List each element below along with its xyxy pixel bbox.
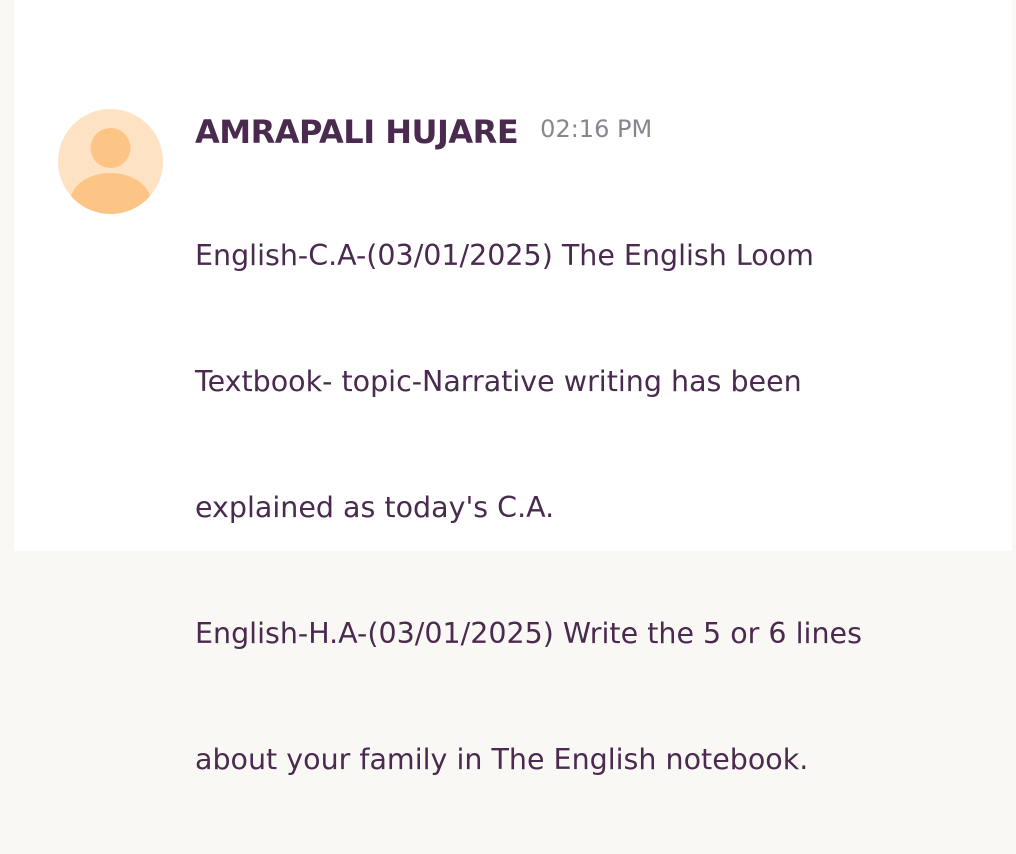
message-line: English-C.A-(03/01/2025) The English Loo…: [195, 239, 814, 272]
message-line: English-H.A-(03/01/2025) Write the 5 or …: [195, 617, 862, 650]
message-card: AMRAPALI HUJARE 02:16 PM English-C.A-(03…: [14, 0, 1012, 776]
message-line: about your family in The English noteboo…: [195, 743, 809, 776]
message-timestamp: 02:16 PM: [540, 115, 653, 143]
message-line: explained as today's C.A.: [195, 491, 555, 524]
message-body: English-C.A-(03/01/2025) The English Loo…: [195, 161, 955, 854]
user-avatar-icon: [58, 109, 163, 214]
message-header: AMRAPALI HUJARE 02:16 PM: [195, 113, 955, 159]
message-line: Textbook- topic-Narrative writing has be…: [195, 365, 802, 398]
message-content: AMRAPALI HUJARE 02:16 PM English-C.A-(03…: [195, 113, 955, 854]
author-name: AMRAPALI HUJARE: [195, 113, 519, 151]
